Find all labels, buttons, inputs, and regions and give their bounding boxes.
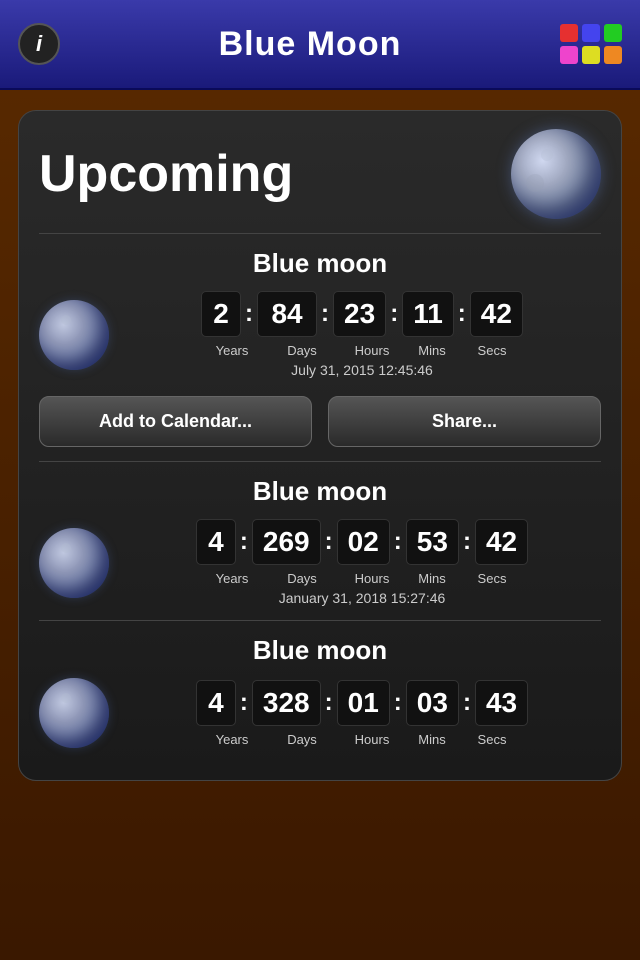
label-years-2: Years — [212, 571, 252, 586]
event-date-2: January 31, 2018 15:27:46 — [123, 590, 601, 606]
divider-2 — [39, 461, 601, 462]
countdown-3: 4 : 328 : 01 : 03 : 43 Years Days — [123, 680, 601, 747]
info-button[interactable]: i — [18, 23, 60, 65]
add-calendar-button[interactable]: Add to Calendar... — [39, 396, 312, 447]
share-button[interactable]: Share... — [328, 396, 601, 447]
upcoming-header: Upcoming — [39, 129, 601, 219]
color-cell-1[interactable] — [560, 24, 578, 42]
hours-2: 02 — [337, 519, 390, 565]
days-2: 269 — [252, 519, 321, 565]
event-row-2: 4 : 269 : 02 : 53 : 42 Years Days — [39, 519, 601, 606]
label-mins-2: Mins — [412, 571, 452, 586]
years-2: 4 — [196, 519, 236, 565]
main-content: Upcoming Blue moon 2 : 84 : 23 : 11 — [0, 90, 640, 801]
sep-2b: : — [321, 528, 337, 556]
secs-2: 42 — [475, 519, 528, 565]
sep-1a: : — [241, 300, 257, 328]
days-3: 328 — [252, 680, 321, 726]
sep-3d: : — [459, 689, 475, 717]
sep-3b: : — [321, 689, 337, 717]
label-hours-1: Hours — [352, 343, 392, 358]
sep-2c: : — [390, 528, 406, 556]
label-days-1: Days — [272, 343, 332, 358]
mins-1: 11 — [402, 291, 454, 337]
label-years-3: Years — [212, 732, 252, 747]
event-date-1: July 31, 2015 12:45:46 — [123, 362, 601, 378]
label-days-2: Days — [272, 571, 332, 586]
event-title-1: Blue moon — [39, 248, 601, 279]
sep-1b: : — [317, 300, 333, 328]
upcoming-title: Upcoming — [39, 144, 293, 204]
years-3: 4 — [196, 680, 236, 726]
secs-1: 42 — [470, 291, 523, 337]
event-title-2: Blue moon — [39, 476, 601, 507]
moon-image-large — [511, 129, 601, 219]
color-grid[interactable] — [560, 24, 622, 64]
app-header: i Blue Moon — [0, 0, 640, 90]
btn-row: Add to Calendar... Share... — [39, 396, 601, 447]
color-cell-6[interactable] — [604, 46, 622, 64]
sep-3c: : — [390, 689, 406, 717]
years-1: 2 — [201, 291, 241, 337]
label-hours-2: Hours — [352, 571, 392, 586]
label-mins-1: Mins — [412, 343, 452, 358]
countdown-1: 2 : 84 : 23 : 11 : 42 Years Days — [123, 291, 601, 378]
sep-1c: : — [386, 300, 402, 328]
countdown-display-1: 2 : 84 : 23 : 11 : 42 — [123, 291, 601, 337]
color-cell-3[interactable] — [604, 24, 622, 42]
countdown-labels-3: Years Days Hours Mins Secs — [123, 732, 601, 747]
event-section-2: Blue moon 4 : 269 : 02 : 53 : 42 — [39, 476, 601, 606]
label-secs-1: Secs — [472, 343, 512, 358]
label-hours-3: Hours — [352, 732, 392, 747]
app-title: Blue Moon — [219, 25, 402, 64]
hours-3: 01 — [337, 680, 390, 726]
label-mins-3: Mins — [412, 732, 452, 747]
countdown-display-2: 4 : 269 : 02 : 53 : 42 — [123, 519, 601, 565]
sep-2a: : — [236, 528, 252, 556]
sep-3a: : — [236, 689, 252, 717]
color-cell-5[interactable] — [582, 46, 600, 64]
info-icon: i — [36, 31, 42, 57]
label-secs-2: Secs — [472, 571, 512, 586]
label-secs-3: Secs — [472, 732, 512, 747]
event-section-3: Blue moon 4 : 328 : 01 : 03 : 43 — [39, 635, 601, 748]
divider-1 — [39, 233, 601, 234]
event-row-3: 4 : 328 : 01 : 03 : 43 Years Days — [39, 678, 601, 748]
secs-3: 43 — [475, 680, 528, 726]
moon-image-3 — [39, 678, 109, 748]
hours-1: 23 — [333, 291, 386, 337]
countdown-2: 4 : 269 : 02 : 53 : 42 Years Days — [123, 519, 601, 606]
event-row-1: 2 : 84 : 23 : 11 : 42 Years Days — [39, 291, 601, 378]
main-card: Upcoming Blue moon 2 : 84 : 23 : 11 — [18, 110, 622, 781]
mins-2: 53 — [406, 519, 459, 565]
event-section-1: Blue moon 2 : 84 : 23 : 11 : 42 — [39, 248, 601, 378]
days-1: 84 — [257, 291, 317, 337]
moon-image-1 — [39, 300, 109, 370]
label-years-1: Years — [212, 343, 252, 358]
sep-1d: : — [454, 300, 470, 328]
color-cell-2[interactable] — [582, 24, 600, 42]
label-days-3: Days — [272, 732, 332, 747]
moon-image-2 — [39, 528, 109, 598]
divider-3 — [39, 620, 601, 621]
countdown-labels-2: Years Days Hours Mins Secs — [123, 571, 601, 586]
countdown-labels-1: Years Days Hours Mins Secs — [123, 343, 601, 358]
countdown-display-3: 4 : 328 : 01 : 03 : 43 — [123, 680, 601, 726]
sep-2d: : — [459, 528, 475, 556]
event-title-3: Blue moon — [39, 635, 601, 666]
color-cell-4[interactable] — [560, 46, 578, 64]
mins-3: 03 — [406, 680, 459, 726]
